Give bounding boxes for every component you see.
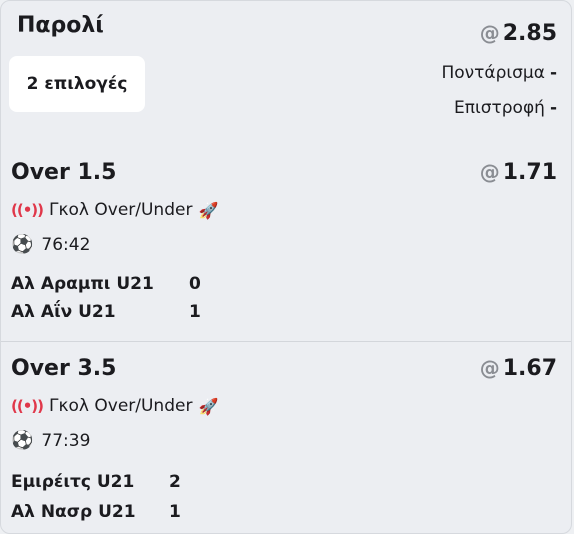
soccer-ball-icon: ⚽	[11, 430, 34, 451]
home-score: 0	[189, 274, 201, 294]
bet-leg[interactable]: Over 1.5 @ 1.71 ((•)) Γκολ Over/Under 🚀 …	[1, 146, 571, 341]
rocket-boost-icon: 🚀	[198, 396, 219, 416]
total-odds-value: 2.85	[502, 21, 557, 46]
market-row: ((•)) Γκολ Over/Under 🚀	[11, 396, 218, 416]
away-score: 1	[169, 502, 181, 522]
live-broadcast-icon: ((•))	[11, 201, 44, 219]
rocket-boost-icon: 🚀	[198, 200, 219, 220]
match-time: 76:42	[41, 234, 91, 255]
away-team: Αλ Αΐν U21	[11, 302, 116, 322]
match-time-row: ⚽ 77:39	[11, 430, 90, 451]
stake-label: Ποντάρισμα	[441, 63, 545, 83]
home-team: Αλ Αραμπι U21	[11, 274, 154, 294]
return-row: Επιστροφή -	[454, 98, 557, 118]
odds-at-symbol: @	[479, 21, 500, 45]
soccer-ball-icon: ⚽	[11, 234, 34, 255]
return-value: -	[549, 98, 557, 118]
leg-odds: @ 1.67	[480, 356, 557, 381]
match-time-row: ⚽ 76:42	[11, 234, 90, 255]
away-score: 1	[189, 302, 201, 322]
total-odds: @ 2.85	[480, 21, 557, 46]
away-team: Αλ Νασρ U21	[11, 502, 136, 522]
odds-at-symbol: @	[479, 160, 500, 184]
odds-at-symbol: @	[479, 356, 500, 380]
leg-selection: Over 1.5	[11, 160, 117, 185]
home-team: Εμιρέιτς U21	[11, 472, 135, 492]
market-name: Γκολ Over/Under	[49, 396, 193, 416]
parlay-title: Παρολί	[17, 13, 104, 38]
bet-leg[interactable]: Over 3.5 @ 1.67 ((•)) Γκολ Over/Under 🚀 …	[1, 342, 571, 533]
leg-selection: Over 3.5	[11, 356, 117, 381]
live-broadcast-icon: ((•))	[11, 397, 44, 415]
market-row: ((•)) Γκολ Over/Under 🚀	[11, 200, 218, 220]
stake-value: -	[549, 63, 557, 83]
leg-odds-value: 1.67	[502, 356, 557, 381]
return-label: Επιστροφή	[454, 98, 545, 118]
betslip-card: Παρολί 2 επιλογές @ 2.85 Ποντάρισμα - Επι…	[0, 0, 572, 534]
match-time: 77:39	[41, 430, 91, 451]
leg-odds-value: 1.71	[502, 160, 557, 185]
selections-count-button[interactable]: 2 επιλογές	[9, 56, 145, 112]
leg-odds: @ 1.71	[480, 160, 557, 185]
market-name: Γκολ Over/Under	[49, 200, 193, 220]
stake-row: Ποντάρισμα -	[441, 63, 557, 83]
home-score: 2	[169, 472, 181, 492]
parlay-header: Παρολί 2 επιλογές @ 2.85 Ποντάρισμα - Επι…	[1, 1, 571, 146]
